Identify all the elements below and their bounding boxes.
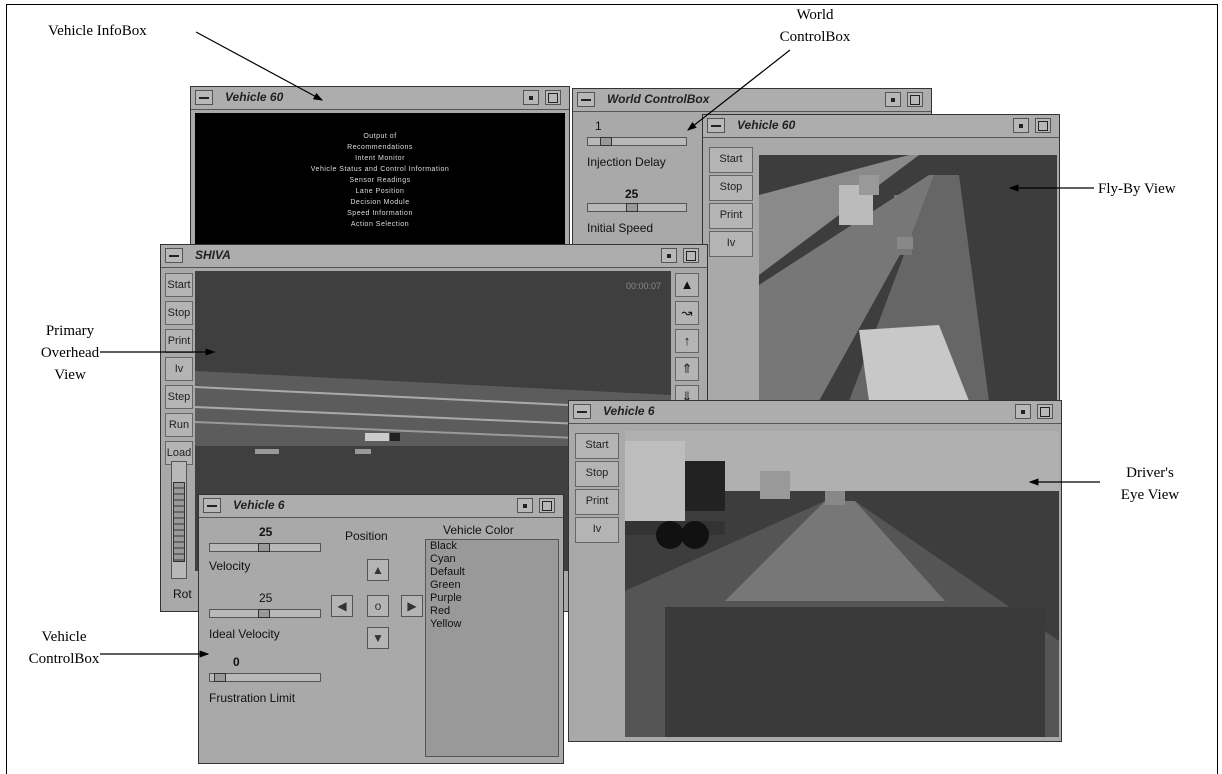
callout-arrows <box>100 31 1100 658</box>
